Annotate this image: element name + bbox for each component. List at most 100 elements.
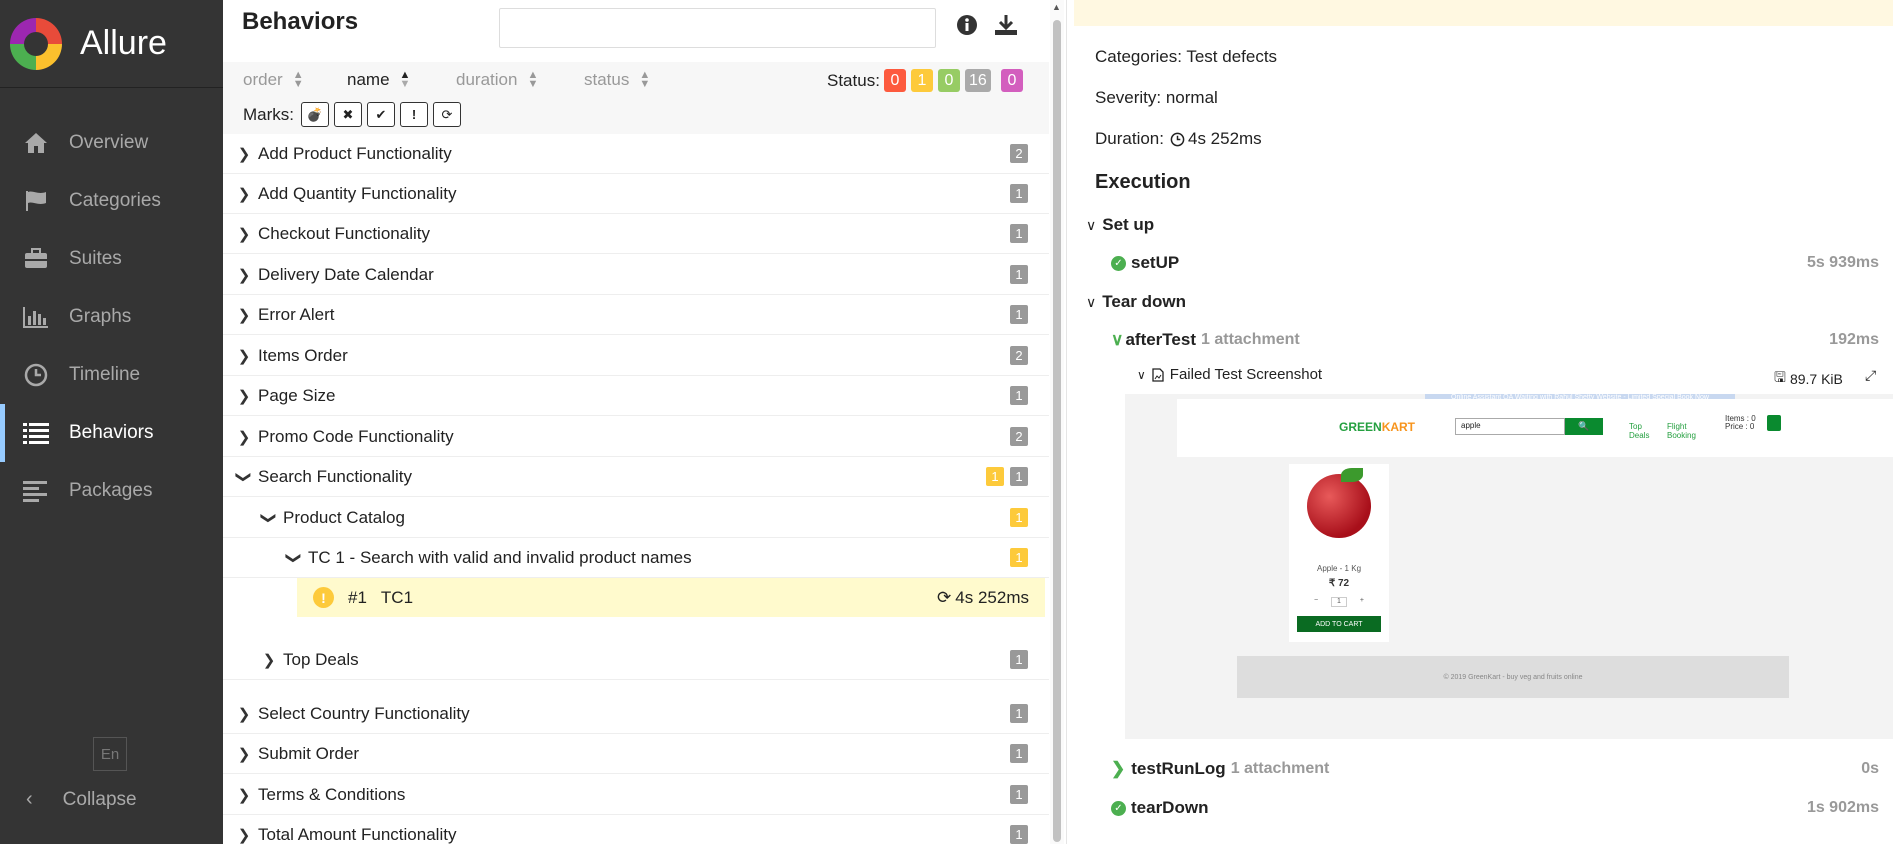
chevron-right-icon: ❯ xyxy=(237,347,251,365)
tree-row[interactable]: ❯ Delivery Date Calendar 1 xyxy=(223,255,1049,295)
screenshot-price: Price : 0 xyxy=(1725,422,1755,431)
clock-icon xyxy=(1170,132,1185,147)
step-time: 5s 939ms xyxy=(1806,254,1879,271)
scrollbar-thumb[interactable] xyxy=(1053,20,1061,842)
teardown-section[interactable]: ∨ Tear down xyxy=(1086,292,1186,312)
count-badge: 1 xyxy=(1010,744,1028,763)
expand-icon[interactable]: ⤢ xyxy=(1865,367,1876,384)
chevron-down-icon: ∨ xyxy=(1086,216,1097,233)
row-label: Select Country Functionality xyxy=(258,703,470,723)
pane-splitter[interactable] xyxy=(1066,0,1074,844)
count-badge: 1 xyxy=(1010,184,1028,203)
apple-leaf xyxy=(1341,468,1363,482)
step-time: 0s xyxy=(1861,760,1879,777)
failed-test-screenshot[interactable]: Online Assistant QA Waiting with Rahul S… xyxy=(1125,394,1893,739)
teardown-step[interactable]: ✓ tearDown xyxy=(1111,798,1208,818)
behaviors-pane: Behaviors order ▲ ▼ name ▲ ▼ duration ▲ ▼ stat… xyxy=(223,0,1049,844)
after-test-step[interactable]: ∨ afterTest 1 attachment xyxy=(1111,330,1300,350)
row-label: Total Amount Functionality xyxy=(258,824,457,844)
status-skipped-badge[interactable]: 16 xyxy=(965,69,991,92)
tree-row[interactable]: ❯ Page Size 1 xyxy=(223,376,1049,416)
test-run-log-step[interactable]: ❯ testRunLog 1 attachment xyxy=(1111,759,1329,779)
sort-duration[interactable]: duration ▲ ▼ xyxy=(456,70,538,90)
test-detail-pane: Categories: Test defects Severity: norma… xyxy=(1074,0,1893,844)
search-input[interactable] xyxy=(499,8,936,48)
collapse-button[interactable]: ‹ Collapse xyxy=(26,788,137,811)
quantity-stepper: −1 + xyxy=(1314,597,1364,607)
attachment-count: 1 attachment xyxy=(1201,331,1300,348)
tree-row[interactable]: ❯ Add Product Functionality 2 xyxy=(223,134,1049,174)
sidebar-item-label: Categories xyxy=(69,190,161,211)
screenshot-product-card: Apple - 1 Kg ₹ 72 −1 + ADD TO CART xyxy=(1289,464,1389,642)
attachment-row[interactable]: ∨ Failed Test Screenshot xyxy=(1137,366,1322,383)
flag-icon xyxy=(22,189,50,213)
scrollbar[interactable]: ▲ xyxy=(1050,0,1064,844)
sidebar-item-label: Overview xyxy=(69,132,149,153)
status-failed-badge[interactable]: 0 xyxy=(884,69,906,92)
tree-row[interactable]: ❯ Items Order 2 xyxy=(223,336,1049,376)
chevron-down-icon: ❯ xyxy=(285,551,302,564)
status-unknown-badge[interactable]: 0 xyxy=(1001,69,1023,92)
sort-name[interactable]: name ▲ ▼ xyxy=(347,70,410,90)
setup-section[interactable]: ∨ Set up xyxy=(1086,215,1154,235)
sidebar-item-behaviors[interactable]: Behaviors xyxy=(0,404,223,462)
tree-row-expanded[interactable]: ❯ TC 1 - Search with valid and invalid pr… xyxy=(223,538,1049,578)
tree-row[interactable]: ❯ Top Deals 1 xyxy=(223,640,1049,680)
tree-row[interactable]: ❯ Error Alert 1 xyxy=(223,295,1049,335)
tree-row[interactable]: ❯ Add Quantity Functionality 1 xyxy=(223,174,1049,214)
count-badge: 1 xyxy=(1010,650,1028,669)
new-passed-mark-button[interactable]: ✔ xyxy=(367,102,395,127)
sidebar-item-suites[interactable]: Suites xyxy=(0,230,223,288)
sort-status[interactable]: status ▲ ▼ xyxy=(584,70,650,90)
step-name: testRunLog xyxy=(1131,759,1226,778)
product-name: Apple - 1 Kg xyxy=(1316,564,1362,573)
setup-step[interactable]: ✓ setUP xyxy=(1111,253,1179,273)
logo[interactable]: Allure xyxy=(0,0,223,88)
test-case-row[interactable]: ! #1 TC1 ⟳ 4s 252ms xyxy=(297,578,1045,617)
flaky-mark-button[interactable]: 💣 xyxy=(301,102,329,127)
tree-row[interactable]: ❯ Promo Code Functionality 2 xyxy=(223,417,1049,457)
passed-icon: ✓ xyxy=(1111,255,1126,271)
chevron-right-icon: ❯ xyxy=(262,651,276,669)
sidebar-item-timeline[interactable]: Timeline xyxy=(0,346,223,404)
product-price: ₹ 72 xyxy=(1328,578,1350,589)
screenshot-search-button: 🔍 xyxy=(1565,418,1603,435)
tree-row[interactable]: ❯ Checkout Functionality 1 xyxy=(223,214,1049,254)
retries-mark-button[interactable]: ⟳ xyxy=(433,102,461,127)
sidebar-item-categories[interactable]: Categories xyxy=(0,172,223,230)
tree-row[interactable]: ❯ Select Country Functionality 1 xyxy=(223,694,1049,734)
count-badge: 1 xyxy=(1010,224,1028,243)
chevron-right-icon: ❯ xyxy=(237,306,251,324)
tree-row-expanded[interactable]: ❯ Product Catalog 1 xyxy=(223,498,1049,538)
sidebar-item-overview[interactable]: Overview xyxy=(0,114,223,172)
broken-status-icon: ! xyxy=(313,587,334,608)
screenshot-brand: GREENKART xyxy=(1339,420,1415,434)
scroll-up-icon[interactable]: ▲ xyxy=(1052,2,1061,12)
chevron-right-icon: ❯ xyxy=(237,786,251,804)
sidebar-item-graphs[interactable]: Graphs xyxy=(0,288,223,346)
info-icon[interactable] xyxy=(956,14,978,42)
status-passed-badge[interactable]: 0 xyxy=(938,69,960,92)
count-badge: 1 xyxy=(1010,467,1028,486)
sidebar-item-packages[interactable]: Packages xyxy=(0,462,223,520)
tree-row[interactable]: ❯ Total Amount Functionality 1 xyxy=(223,815,1049,844)
row-label: Search Functionality xyxy=(258,466,413,486)
tree-row-expanded[interactable]: ❯ Search Functionality 1 1 xyxy=(223,457,1049,497)
tree-row[interactable]: ❯ Terms & Conditions 1 xyxy=(223,775,1049,815)
status-broken-badge[interactable]: 1 xyxy=(911,69,933,92)
categories-text: Categories: Test defects xyxy=(1095,47,1278,66)
count-badge-broken: 1 xyxy=(1010,548,1028,567)
count-badge: 2 xyxy=(1010,427,1028,446)
new-broken-mark-button[interactable]: ! xyxy=(400,102,428,127)
step-name: setUP xyxy=(1131,253,1180,272)
bar-chart-icon xyxy=(22,305,50,329)
image-icon xyxy=(1152,367,1164,382)
sort-order[interactable]: order ▲ ▼ xyxy=(243,70,304,90)
language-button[interactable]: En xyxy=(93,737,127,771)
allure-logo-icon xyxy=(10,17,62,70)
tree-row[interactable]: ❯ Submit Order 1 xyxy=(223,734,1049,774)
execution-heading: Execution xyxy=(1095,171,1191,193)
new-failed-mark-button[interactable]: ✖ xyxy=(334,102,362,127)
list-icon xyxy=(22,421,50,445)
download-icon[interactable] xyxy=(994,14,1018,42)
